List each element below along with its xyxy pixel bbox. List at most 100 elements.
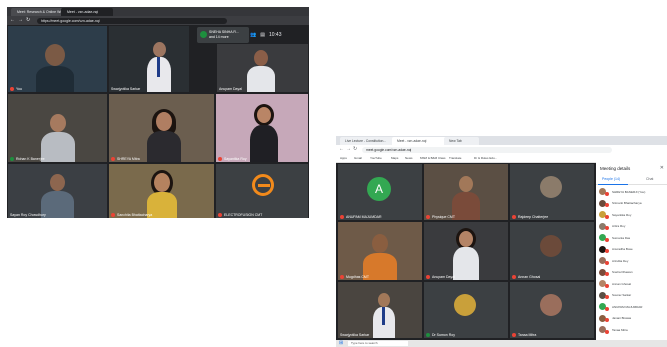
browser-tab[interactable]: New Tab — [444, 137, 479, 145]
taskbar-search[interactable]: Type here to search — [348, 341, 408, 346]
video-tile[interactable]: Sayan Roy Chowdhury — [8, 164, 107, 218]
participant-name: Sumanta Das — [612, 235, 631, 240]
back-icon[interactable]: ← — [10, 17, 15, 23]
back-icon[interactable]: ← — [339, 146, 344, 152]
tile-name: Sayan Roy Chowdhury — [10, 213, 46, 217]
forward-icon[interactable]: → — [346, 146, 351, 152]
mic-muted-icon — [605, 283, 609, 288]
participant-row[interactable]: Janani Biswas — [599, 314, 665, 323]
participant-row[interactable]: Anuradha Bose — [599, 245, 665, 254]
tile-name: Dr Sumon Roy — [426, 333, 455, 337]
tile-name: Rajdeep Chatterjee — [512, 215, 548, 219]
participant-name: Tanaa Mitra — [612, 327, 628, 332]
url-field[interactable]: https://meet.google.com/vzn-adae-nqi — [37, 17, 227, 24]
close-icon[interactable]: ✕ — [660, 165, 664, 171]
bookmark[interactable]: YouTube — [370, 156, 382, 160]
mic-muted-icon — [218, 157, 222, 161]
browser-tab[interactable]: Meet: Research & Online Wor... — [11, 8, 63, 16]
tile-name: Swarjyotika Sarkar — [340, 333, 370, 337]
participant-name: Sourav Sarkar — [612, 293, 632, 297]
video-tile[interactable]: Swarjyotika Sarkar — [109, 26, 189, 92]
video-tile[interactable]: You — [8, 26, 107, 92]
mic-muted-icon — [111, 213, 115, 217]
mic-muted-icon — [426, 275, 430, 279]
mic-active-icon — [426, 333, 430, 337]
tile-name: Anupam Dayal — [219, 87, 242, 91]
video-tile[interactable]: Anupam Dayal — [217, 44, 308, 92]
url-field[interactable]: meet.google.com/vzn-adae-nqi — [362, 146, 612, 153]
bookmark[interactable]: News — [405, 156, 413, 160]
people-icon[interactable]: 👥 — [250, 32, 256, 38]
participant-row[interactable]: Srimanti Bhattacharya — [599, 199, 665, 208]
participant-row[interactable]: Aritra Roy — [599, 222, 665, 231]
participant-row[interactable]: Sneha Dhawan — [599, 268, 665, 277]
bookmark[interactable]: Maps — [391, 156, 398, 160]
tab-people[interactable]: People (14) — [602, 177, 620, 181]
mic-muted-icon — [340, 275, 344, 279]
mic-muted-icon — [10, 87, 14, 91]
video-tile[interactable]: SHREYA Mitra — [109, 94, 214, 162]
participant-name: Sayantika Roy — [612, 212, 632, 217]
mic-muted-icon — [605, 203, 609, 207]
mic-muted-icon — [512, 215, 516, 219]
participant-row[interactable]: Sumanta Das — [599, 233, 665, 242]
mic-muted-icon — [605, 272, 609, 276]
mic-muted-icon — [605, 249, 609, 253]
participant-row[interactable]: Arindita Dey — [599, 256, 665, 265]
participant-photo — [454, 294, 476, 316]
bookmark[interactable]: Dr & Rules Edu... — [474, 156, 497, 160]
browser-tab-active[interactable]: Meet - vzn-adae-nqi — [61, 8, 113, 16]
mic-muted-icon — [605, 306, 609, 311]
participant-photo — [540, 294, 562, 316]
browser-tab-active[interactable]: Meet - vzn-adae-nqi — [392, 137, 447, 145]
tile-name: Anupam Dayal — [426, 275, 455, 279]
panel-title: Meeting details — [600, 166, 631, 171]
video-tile[interactable]: Sayantika Roy — [216, 94, 308, 162]
tile-name: ANUPAM MAJUMDAR — [340, 215, 382, 219]
video-tile[interactable]: Annan Ghosal — [510, 222, 594, 280]
participant-row[interactable]: Annan Ghosal — [599, 279, 665, 288]
mic-muted-icon — [605, 260, 609, 265]
participant-row[interactable]: ANUPAM MAJUMDAR — [599, 302, 665, 311]
mic-muted-icon — [605, 318, 609, 322]
video-tile[interactable]: Tanaa Mitra — [510, 282, 594, 338]
participant-row[interactable]: Sourav Sarkar — [599, 291, 665, 300]
tile-name: Sayantika Roy — [218, 157, 247, 161]
tile-name: Sanchita Bhattacharya — [111, 213, 152, 217]
video-tile[interactable]: Rohan K Banerjee — [8, 94, 107, 162]
video-tile[interactable]: ELECTROFUSION CMT — [216, 164, 308, 218]
video-tile[interactable]: Rajdeep Chatterjee — [510, 164, 594, 220]
mic-muted-icon — [605, 295, 609, 299]
mic-muted-icon — [605, 214, 609, 219]
participant-row[interactable]: SHREYA BANERJI (You) — [599, 187, 665, 196]
mic-muted-icon — [512, 333, 516, 337]
video-tile[interactable]: Physique CMT — [424, 164, 508, 220]
bookmark[interactable]: Gmail — [354, 156, 362, 160]
windows-start-icon[interactable]: ⊞ — [339, 340, 343, 346]
mic-muted-icon — [340, 215, 344, 219]
bookmark[interactable]: MSM & B&M Class — [420, 156, 446, 160]
participant-row[interactable]: Tanaa Mitra — [599, 325, 665, 334]
meet-window-left: Meet: Research & Online Wor... Meet - vz… — [7, 7, 309, 218]
participant-avatar: A — [367, 177, 391, 201]
bookmark[interactable]: Translate — [449, 156, 461, 160]
video-tile[interactable]: Mugdhas CMT — [338, 222, 422, 280]
participant-row[interactable]: Sayantika Roy — [599, 210, 665, 219]
forward-icon[interactable]: → — [18, 17, 23, 23]
video-tile[interactable]: Anupam Dayal — [424, 222, 508, 280]
tile-name: Mugdhas CMT — [340, 275, 369, 279]
tab-chat[interactable]: Chat — [646, 177, 653, 181]
presenting-indicator[interactable]: SNEHA SINHA R... and 14 more — [197, 27, 249, 43]
participant-name: ANUPAM MAJUMDAR — [612, 304, 643, 309]
video-tile[interactable]: Swarjyotika Sarkar — [338, 282, 422, 338]
tile-name: Swarjyotika Sarkar — [111, 87, 141, 91]
video-tile[interactable]: Dr Sumon Roy — [424, 282, 508, 338]
chat-icon[interactable]: ▤ — [260, 32, 265, 38]
video-tile[interactable]: Sanchita Bhattacharya — [109, 164, 214, 218]
browser-tab[interactable]: Live Lecture - Constitution... — [340, 137, 395, 145]
video-tile[interactable]: A ANUPAM MAJUMDAR — [338, 164, 422, 220]
reload-icon[interactable]: ↻ — [353, 146, 357, 152]
bookmark[interactable]: Apps — [340, 156, 347, 160]
meeting-topbar: 👥 ▤ 10:43 — [250, 28, 307, 42]
reload-icon[interactable]: ↻ — [26, 17, 30, 23]
